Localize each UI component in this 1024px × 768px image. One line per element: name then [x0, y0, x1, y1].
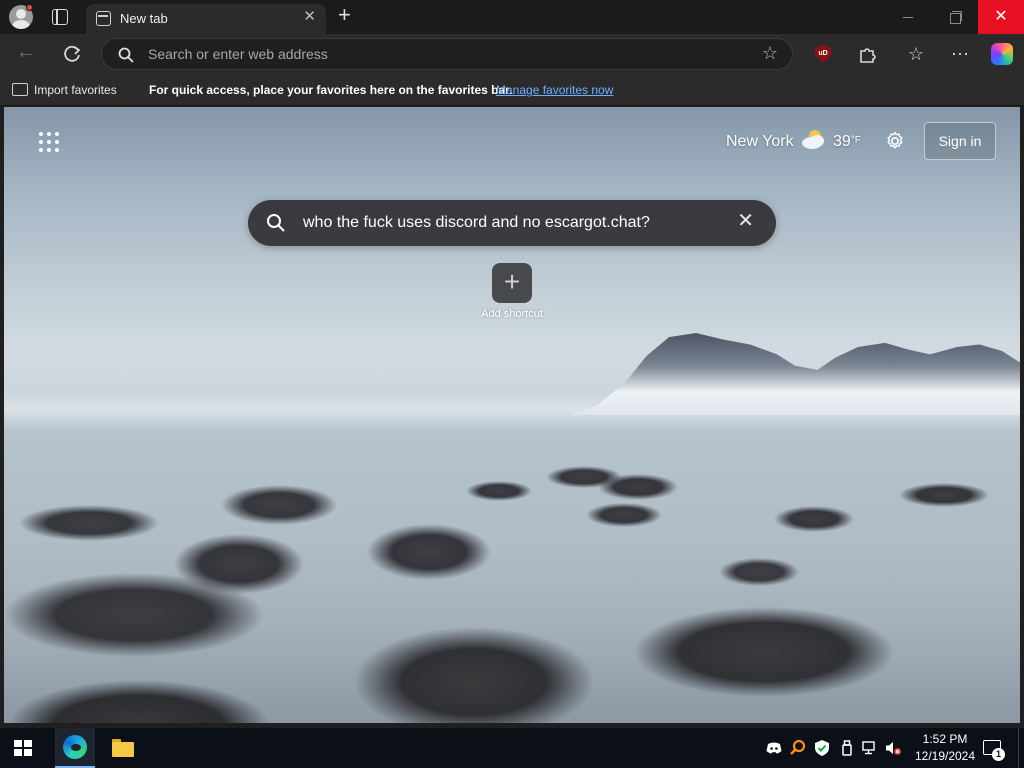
close-window-button[interactable]: ✕ — [978, 0, 1024, 34]
favorites-bar-message: For quick access, place your favorites h… — [149, 83, 513, 97]
network-icon[interactable] — [861, 739, 879, 757]
gear-icon[interactable] — [884, 130, 906, 152]
favorites-bar: Import favorites For quick access, place… — [0, 74, 1024, 106]
discord-icon[interactable] — [765, 739, 783, 757]
windows-start-icon[interactable] — [14, 740, 32, 757]
taskbar: 1:52 PM 12/19/2024 1 — [0, 728, 1024, 768]
taskbar-edge-button[interactable] — [55, 728, 95, 768]
browser-toolbar: ← ☆ uD ☆ ⋯ — [0, 34, 1024, 74]
close-icon[interactable]: ✕ — [737, 211, 754, 231]
temperature-value: 39 — [833, 133, 851, 150]
new-tab-page-icon — [96, 11, 111, 26]
favorites-icon[interactable]: ☆ — [905, 43, 927, 65]
weather-temperature[interactable]: 39°F — [833, 133, 861, 151]
sign-in-button[interactable]: Sign in — [924, 122, 996, 160]
manage-favorites-link[interactable]: Manage favorites now — [496, 83, 613, 97]
plus-icon: + — [503, 266, 521, 297]
restore-icon[interactable] — [942, 8, 968, 26]
tab-actions-icon[interactable] — [52, 9, 68, 25]
tab-title: New tab — [120, 11, 168, 26]
new-tab-page: New York 39°F Sign in ✕ + Add shortcut — [4, 107, 1020, 723]
apps-grid-icon[interactable] — [39, 132, 59, 152]
back-arrow-icon[interactable]: ← — [16, 42, 36, 62]
search-everything-icon[interactable] — [789, 739, 807, 757]
import-favorites-icon[interactable] — [12, 83, 28, 96]
close-icon[interactable]: ✕ — [303, 9, 316, 24]
volume-muted-icon[interactable] — [884, 739, 902, 757]
file-explorer-icon[interactable] — [112, 739, 134, 757]
profile-status-dot — [26, 4, 33, 11]
address-bar[interactable]: ☆ — [101, 38, 793, 70]
partly-cloudy-icon[interactable] — [800, 128, 826, 150]
weather-city[interactable]: New York — [726, 133, 794, 151]
web-search-box[interactable]: ✕ — [248, 200, 776, 246]
search-icon — [118, 47, 134, 63]
clock-time[interactable]: 1:52 PM — [914, 732, 976, 746]
tab-new-tab[interactable]: New tab ✕ — [86, 4, 326, 34]
import-favorites-button[interactable]: Import favorites — [34, 83, 117, 97]
ublock-origin-icon[interactable]: uD — [815, 45, 831, 63]
usb-icon[interactable] — [838, 739, 856, 757]
show-desktop-button[interactable] — [1018, 728, 1020, 768]
refresh-icon[interactable] — [61, 43, 83, 65]
search-icon — [267, 214, 285, 232]
title-bar: New tab ✕ + ✕ — [0, 0, 1024, 34]
add-shortcut-button[interactable]: + — [492, 263, 532, 303]
background-mountain — [570, 333, 1020, 415]
windows-security-icon[interactable] — [813, 739, 831, 757]
clock-date[interactable]: 12/19/2024 — [908, 749, 982, 763]
edge-icon — [63, 735, 87, 759]
add-shortcut-label: Add shortcut — [481, 308, 543, 320]
close-icon: ✕ — [994, 8, 1008, 25]
minimize-icon[interactable] — [895, 8, 921, 26]
plus-icon[interactable]: + — [338, 4, 351, 26]
address-input[interactable] — [148, 45, 748, 63]
temperature-unit: °F — [850, 135, 861, 146]
web-search-input[interactable] — [303, 213, 723, 233]
more-icon[interactable]: ⋯ — [949, 43, 971, 65]
notification-badge: 1 — [992, 748, 1005, 761]
extensions-icon[interactable] — [856, 43, 878, 65]
favorite-star-icon[interactable]: ☆ — [762, 44, 778, 62]
copilot-icon[interactable] — [991, 43, 1013, 65]
